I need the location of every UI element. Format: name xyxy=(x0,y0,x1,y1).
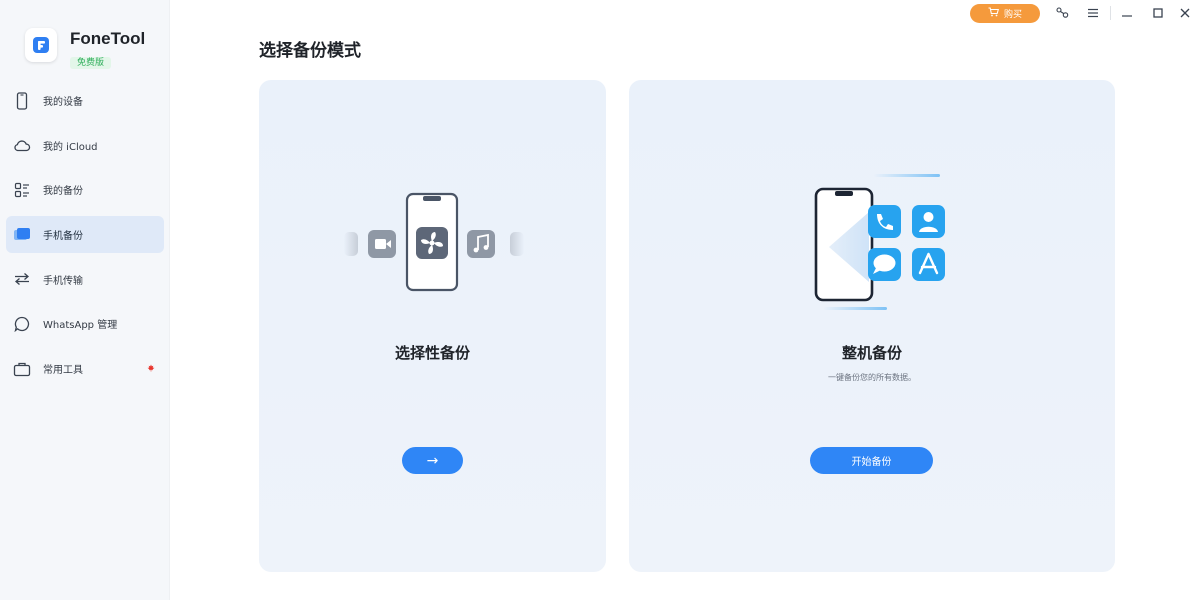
sidebar-item-label: 我的 iCloud xyxy=(43,141,98,153)
selective-backup-next-button[interactable]: → xyxy=(402,447,463,474)
buy-button[interactable]: 购买 xyxy=(970,4,1040,23)
sidebar-item-label: 手机备份 xyxy=(43,231,83,243)
selective-backup-title: 选择性备份 xyxy=(394,344,470,362)
start-backup-button[interactable]: 开始备份 xyxy=(810,447,933,474)
brand: FoneTool 免费版 xyxy=(25,28,165,69)
fonetool-logo-icon xyxy=(25,28,57,62)
sidebar-nav: 我的设备 我的 iCloud 我的备份 手机备份 手机传输 WhatsApp 管… xyxy=(6,82,164,395)
toolbox-icon xyxy=(13,360,31,378)
cloud-icon xyxy=(13,136,31,154)
close-icon[interactable] xyxy=(1177,5,1193,21)
page-title: 选择备份模式 xyxy=(259,41,361,61)
chat-bubble-icon xyxy=(13,315,31,333)
sidebar-item-whatsapp[interactable]: WhatsApp 管理 xyxy=(6,305,164,342)
sidebar-item-my-device[interactable]: 我的设备 xyxy=(6,82,164,119)
sidebar-item-label: WhatsApp 管理 xyxy=(43,320,118,332)
sidebar-item-my-backup[interactable]: 我的备份 xyxy=(6,171,164,208)
sidebar-item-my-icloud[interactable]: 我的 iCloud xyxy=(6,127,164,164)
full-backup-description: 一键备份您的所有数据。 xyxy=(828,373,916,382)
sidebar-item-label: 手机传输 xyxy=(43,275,83,287)
sidebar: FoneTool 免费版 我的设备 我的 iCloud 我的备份 手机备份 手机… xyxy=(0,0,170,600)
full-backup-illustration xyxy=(814,174,945,310)
sidebar-item-label: 我的设备 xyxy=(43,97,83,108)
minimize-icon[interactable] xyxy=(1119,5,1135,21)
backup-list-icon xyxy=(13,181,31,199)
full-backup-card[interactable]: 整机备份 一键备份您的所有数据。 开始备份 xyxy=(629,80,1115,572)
selective-backup-card[interactable]: 选择性备份 → xyxy=(259,80,606,572)
cart-icon xyxy=(988,7,1000,20)
key-icon[interactable] xyxy=(1054,5,1070,21)
sidebar-item-label: 我的备份 xyxy=(43,186,83,198)
buy-label: 购买 xyxy=(1003,10,1022,20)
app-name: FoneTool xyxy=(70,29,146,48)
arrow-right-icon: → xyxy=(426,452,439,469)
titlebar-divider xyxy=(1110,6,1111,20)
maple-leaf-icon xyxy=(147,364,155,372)
full-backup-title: 整机备份 xyxy=(841,344,902,362)
maximize-icon[interactable] xyxy=(1150,5,1166,21)
sidebar-item-label: 常用工具 xyxy=(43,365,83,377)
phone-icon xyxy=(13,91,31,110)
sidebar-item-phone-backup[interactable]: 手机备份 xyxy=(6,216,164,254)
sidebar-item-common-tools[interactable]: 常用工具 xyxy=(6,350,164,387)
transfer-icon xyxy=(13,270,31,288)
sidebar-item-phone-transfer[interactable]: 手机传输 xyxy=(6,261,164,298)
menu-icon[interactable] xyxy=(1085,5,1101,21)
phone-backup-icon xyxy=(13,226,31,244)
selective-backup-illustration xyxy=(344,192,524,292)
edition-badge: 免费版 xyxy=(70,57,112,69)
